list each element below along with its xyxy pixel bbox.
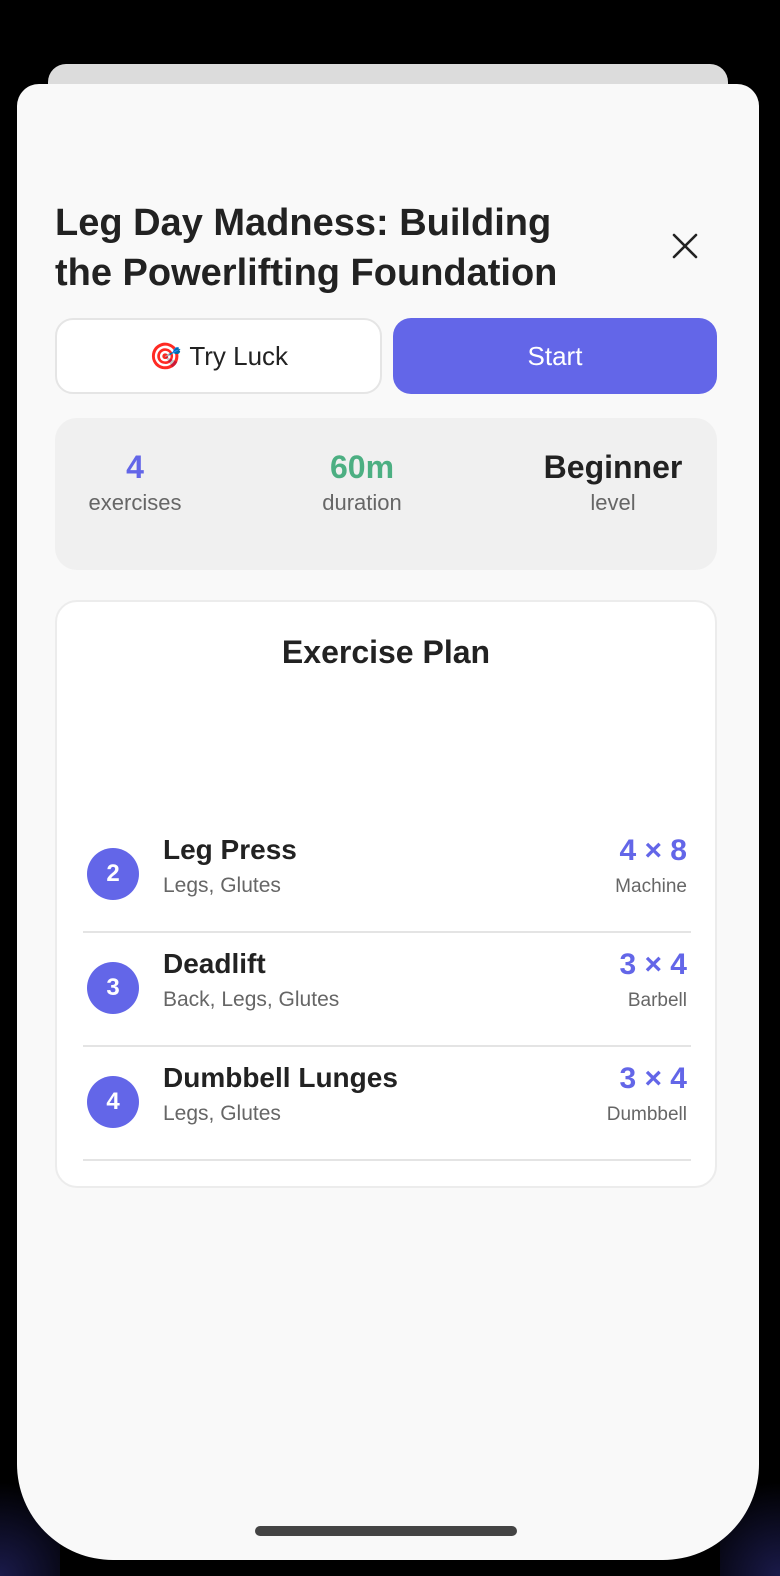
exercise-number-badge: 4 bbox=[87, 1076, 139, 1128]
start-label: Start bbox=[527, 340, 583, 371]
stat-label: duration bbox=[322, 490, 402, 515]
exercise-sets: 3 × 4 bbox=[619, 948, 687, 981]
exercise-name: Dumbbell Lunges bbox=[163, 1062, 398, 1093]
exercise-equipment: Dumbbell bbox=[606, 1104, 687, 1125]
dart-target-icon: 🎯 bbox=[148, 340, 182, 371]
workout-detail-sheet: Leg Day Madness: Building the Powerlifti… bbox=[17, 84, 759, 1560]
stat-exercises: 4 exercises bbox=[75, 448, 195, 516]
exercise-equipment: Machine bbox=[615, 876, 687, 897]
exercise-muscles: Legs, Glutes bbox=[163, 874, 281, 897]
exercise-plan-title: Exercise Plan bbox=[281, 634, 491, 670]
start-button[interactable]: Start bbox=[393, 318, 717, 394]
try-luck-button[interactable]: 🎯 Try Luck bbox=[55, 318, 382, 394]
exercise-muscles: Legs, Glutes bbox=[163, 1102, 281, 1125]
exercise-number-badge: 3 bbox=[87, 962, 139, 1014]
stat-label: level bbox=[590, 490, 636, 515]
close-icon bbox=[672, 233, 698, 259]
exercise-name: Deadlift bbox=[163, 948, 266, 979]
exercise-sets: 4 × 8 bbox=[619, 834, 687, 867]
exercise-row[interactable]: 2 Leg Press Legs, Glutes 4 × 8 Machine bbox=[83, 820, 691, 933]
stat-label: exercises bbox=[88, 490, 182, 515]
exercise-row[interactable]: 4 Dumbbell Lunges Legs, Glutes 3 × 4 Dum… bbox=[83, 1048, 691, 1161]
exercise-name: Leg Press bbox=[163, 834, 297, 865]
stat-duration: 60m duration bbox=[292, 448, 432, 516]
stat-value: Beginner bbox=[543, 449, 683, 485]
exercise-muscles: Back, Legs, Glutes bbox=[163, 988, 340, 1011]
workout-title: Leg Day Madness: Building the Powerlifti… bbox=[55, 202, 558, 294]
workout-stats: 4 exercises 60m duration Beginner level bbox=[55, 418, 717, 570]
exercise-number-badge: 2 bbox=[87, 848, 139, 900]
stat-value: 4 bbox=[126, 449, 144, 485]
close-button[interactable] bbox=[665, 226, 705, 266]
home-indicator[interactable] bbox=[255, 1526, 517, 1536]
exercise-sets: 3 × 4 bbox=[619, 1062, 687, 1095]
exercise-equipment: Barbell bbox=[627, 990, 687, 1011]
try-luck-label: Try Luck bbox=[189, 340, 289, 371]
exercise-row[interactable]: 3 Deadlift Back, Legs, Glutes 3 × 4 Barb… bbox=[83, 934, 691, 1047]
exercise-plan-card: Exercise Plan 2 Leg Press Legs, Glutes 4… bbox=[55, 600, 717, 1188]
stat-level: Beginner level bbox=[525, 448, 701, 516]
stat-value: 60m bbox=[329, 449, 395, 485]
